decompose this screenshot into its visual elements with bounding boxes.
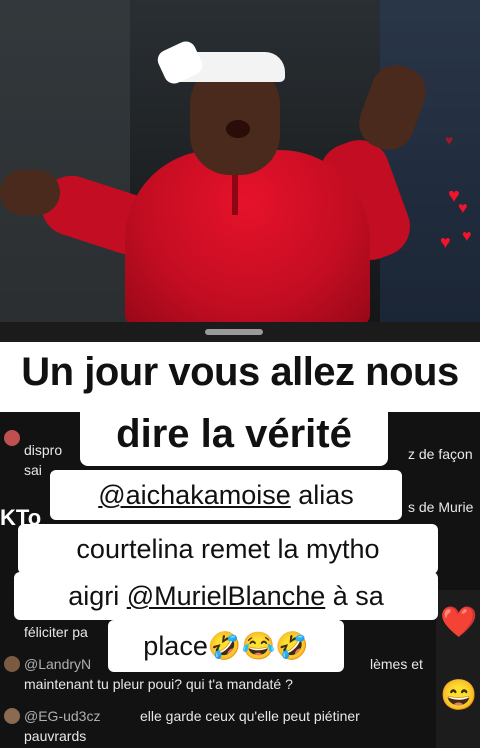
drag-handle[interactable] bbox=[205, 329, 263, 335]
avatar bbox=[4, 708, 20, 724]
caption-text: place🤣😂🤣 bbox=[143, 631, 309, 661]
comment-text: dispro bbox=[24, 442, 63, 458]
avatar bbox=[4, 656, 20, 672]
smile-reaction-icon[interactable]: 😄 bbox=[440, 678, 477, 713]
person-shirt bbox=[125, 150, 370, 322]
caption-line4: place🤣😂🤣 bbox=[108, 620, 344, 672]
comment-username[interactable]: @EG-ud3cz bbox=[24, 708, 100, 724]
caption-text: alias bbox=[290, 480, 354, 510]
mention-link[interactable]: @aichakamoise bbox=[98, 480, 291, 510]
overlay-title-line2: dire la vérité bbox=[116, 412, 352, 456]
overlay-title-line1: Un jour vous allez nous bbox=[21, 350, 459, 394]
comment-text: maintenant tu pleur poui? qui t'a mandat… bbox=[24, 676, 293, 692]
heart-reaction-icon[interactable]: ❤️ bbox=[440, 605, 477, 640]
avatar bbox=[4, 430, 20, 446]
caption-text: aigri bbox=[68, 581, 127, 611]
comment-text: féliciter pa bbox=[24, 624, 88, 640]
mention-link[interactable]: @MurielBlanche bbox=[127, 581, 326, 611]
video-frame[interactable]: ♥ ♥ ♥ ♥ ♥ bbox=[0, 0, 480, 322]
caption-line1: @aichakamoise alias bbox=[50, 470, 402, 520]
heart-icon: ♥ bbox=[462, 228, 472, 245]
heart-icon: ♥ bbox=[440, 232, 451, 252]
caption-text: à sa bbox=[325, 581, 384, 611]
shirt-zipper bbox=[232, 170, 238, 215]
caption-line3: aigri @MurielBlanche à sa bbox=[14, 572, 438, 620]
person-hand-left bbox=[0, 170, 60, 215]
comment-text: lèmes et bbox=[370, 656, 423, 672]
comment-text: s de Murie bbox=[408, 499, 474, 515]
comment-text: z de façon bbox=[408, 446, 473, 462]
comment-text: pauvrards bbox=[24, 728, 87, 744]
caption-text: courtelina remet la mytho bbox=[76, 534, 380, 564]
comment-text: sai bbox=[24, 462, 42, 478]
heart-icon: ♥ bbox=[458, 200, 468, 217]
heart-icon: ♥ bbox=[445, 132, 454, 148]
comment-text: elle garde ceux qu'elle peut piétiner bbox=[140, 708, 360, 724]
person-mouth bbox=[226, 120, 250, 138]
comment-username[interactable]: @LandryN bbox=[24, 656, 91, 672]
caption-line2: courtelina remet la mytho bbox=[18, 524, 438, 574]
